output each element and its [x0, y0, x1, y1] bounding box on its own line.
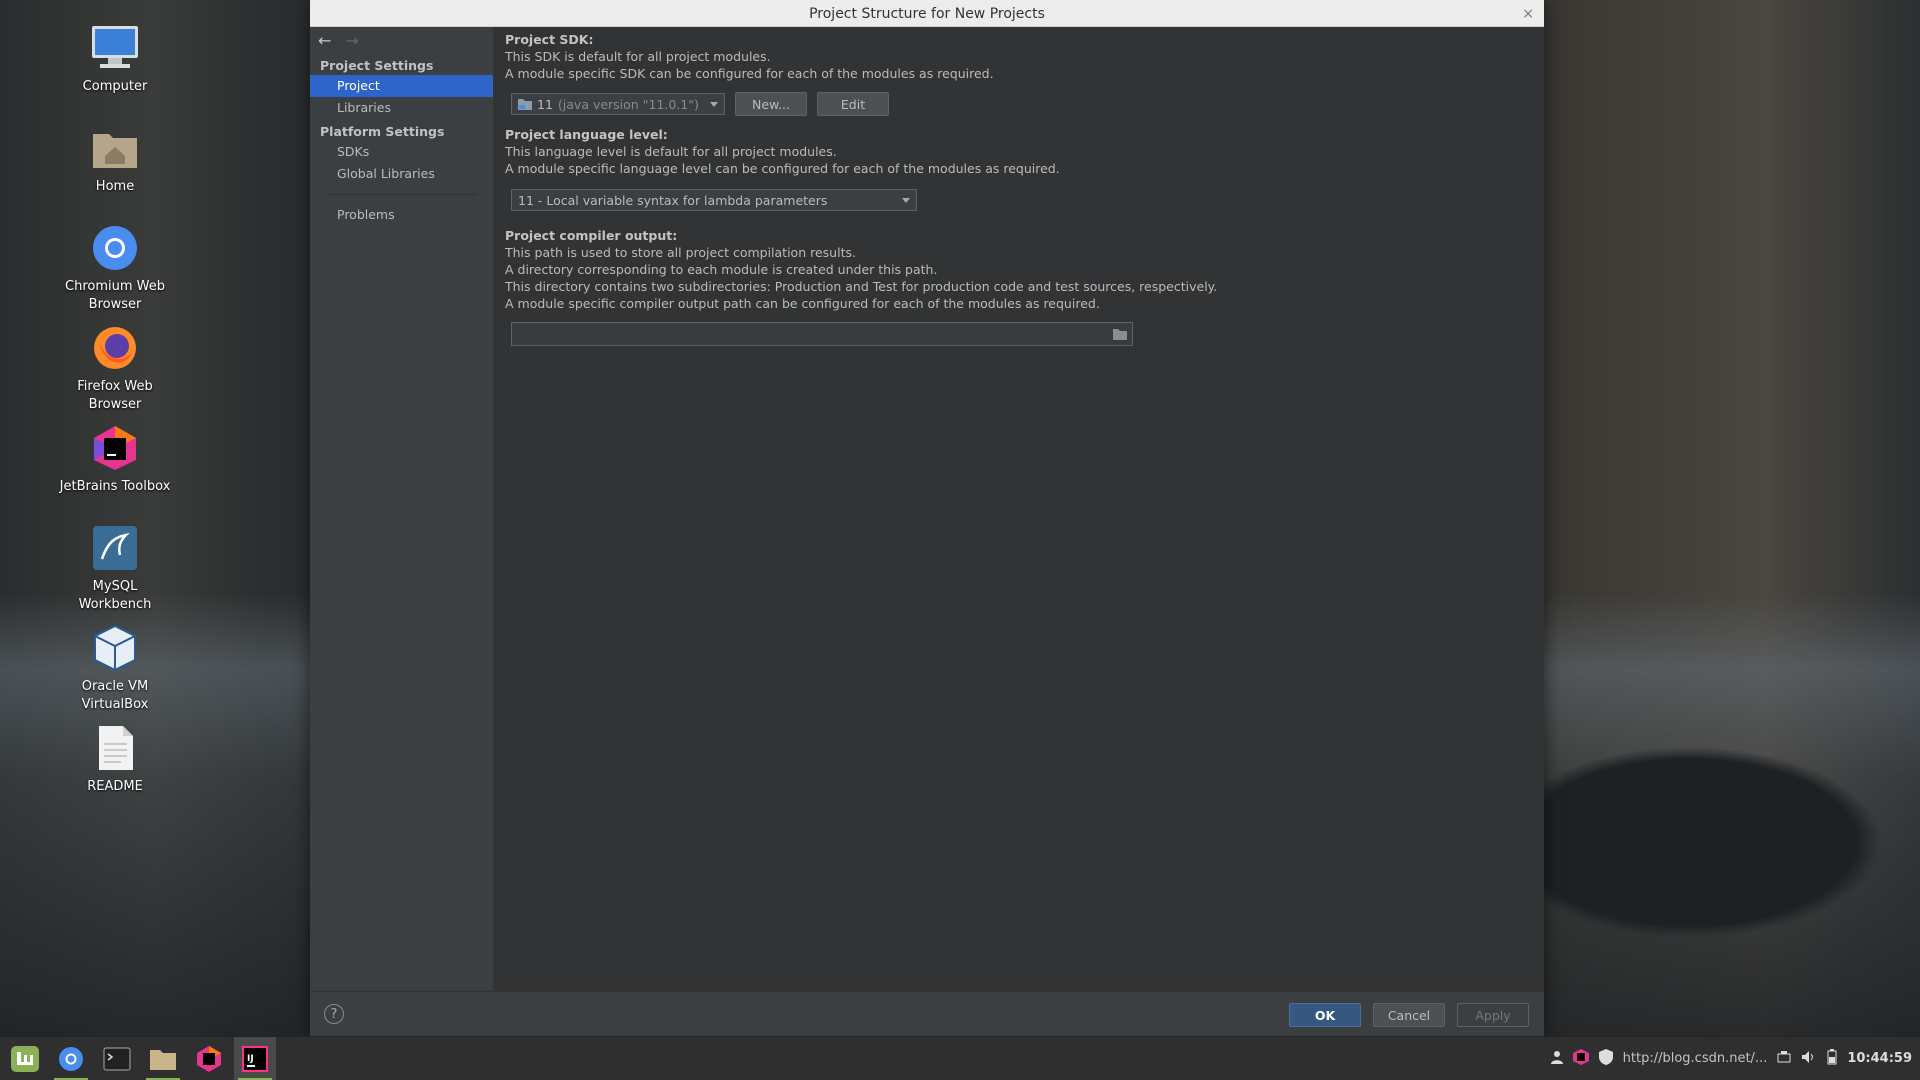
jetbrains-tray-icon[interactable]: [1572, 1048, 1589, 1069]
dialog-titlebar[interactable]: Project Structure for New Projects ×: [310, 0, 1544, 27]
computer-icon: [89, 22, 141, 74]
intellij-icon[interactable]: IJ: [234, 1037, 276, 1080]
desktop-icon-readme[interactable]: README: [58, 722, 172, 796]
cancel-button[interactable]: Cancel: [1373, 1003, 1445, 1027]
project-settings-panel: Project SDK: This SDK is default for all…: [493, 27, 1544, 992]
nav-arrows: ← →: [310, 27, 493, 53]
desktop-icon-firefox[interactable]: Firefox Web Browser: [58, 322, 172, 414]
language-level-description-1: This language level is default for all p…: [505, 144, 837, 159]
browse-folder-icon[interactable]: [1112, 327, 1128, 341]
compiler-output-description-4: A module specific compiler output path c…: [505, 296, 1100, 311]
desktop-icon-label: Chromium Web Browser: [65, 279, 165, 312]
sidebar-item-sdks[interactable]: SDKs: [310, 141, 493, 163]
compiler-output-description-1: This path is used to store all project c…: [505, 245, 856, 260]
sidebar-divider: [326, 194, 477, 195]
shield-icon[interactable]: [1598, 1048, 1613, 1069]
sidebar-item-project[interactable]: Project: [310, 75, 493, 97]
desktop-icon-label: MySQL Workbench: [78, 579, 152, 612]
svg-text:IJ: IJ: [247, 1054, 254, 1064]
sdk-version-detail: (java version "11.0.1"): [557, 96, 699, 112]
desktop-icon-home[interactable]: Home: [58, 122, 172, 196]
desktop-icon-label: Firefox Web Browser: [77, 379, 153, 412]
desktop-icon-mysql-workbench[interactable]: MySQL Workbench: [58, 522, 172, 614]
compiler-output-description-3: This directory contains two subdirectori…: [505, 279, 1218, 294]
sdk-description-2: A module specific SDK can be configured …: [505, 66, 994, 81]
desktop-icon-label: README: [87, 779, 143, 794]
home-folder-icon: [89, 122, 141, 174]
terminal-icon[interactable]: [96, 1037, 138, 1080]
chromium-icon[interactable]: [50, 1037, 92, 1080]
files-icon[interactable]: [142, 1037, 184, 1080]
platform-settings-header: Platform Settings: [320, 124, 445, 139]
dialog-footer: ? OK Cancel Apply: [310, 991, 1544, 1037]
language-level-header: Project language level:: [505, 127, 668, 142]
volume-icon[interactable]: [1801, 1050, 1817, 1068]
language-level-value: 11 - Local variable syntax for lambda pa…: [518, 192, 828, 208]
taskbar: IJ http://blog.csdn.net/... 10:44:59: [0, 1036, 1920, 1080]
sidebar-item-global-libraries[interactable]: Global Libraries: [310, 163, 493, 185]
user-icon[interactable]: [1550, 1050, 1563, 1068]
sidebar-item-libraries[interactable]: Libraries: [310, 97, 493, 119]
sdk-edit-button[interactable]: Edit: [817, 92, 889, 116]
desktop-icon-label: Computer: [82, 79, 148, 94]
jetbrains-toolbox-icon[interactable]: [188, 1037, 230, 1080]
sdk-description-1: This SDK is default for all project modu…: [505, 49, 771, 64]
language-level-description-2: A module specific language level can be …: [505, 161, 1060, 176]
project-sdk-header: Project SDK:: [505, 32, 594, 47]
virtualbox-icon: [89, 622, 141, 674]
forward-arrow-icon[interactable]: →: [345, 31, 358, 50]
settings-sidebar: ← → Project Settings Project Libraries P…: [310, 27, 493, 992]
desktop-icon-label: Home: [95, 179, 135, 194]
desktop-icon-chromium[interactable]: Chromium Web Browser: [58, 222, 172, 314]
compiler-output-path-field[interactable]: [511, 322, 1133, 346]
project-structure-dialog: Project Structure for New Projects × ← →…: [310, 0, 1544, 1037]
compiler-output-description-2: A directory corresponding to each module…: [505, 262, 938, 277]
mint-menu-icon[interactable]: [4, 1037, 46, 1080]
close-icon[interactable]: ×: [1522, 0, 1534, 28]
desktop-icon-jetbrains-toolbox[interactable]: JetBrains Toolbox: [58, 422, 172, 496]
desktop-icon-virtualbox[interactable]: Oracle VM VirtualBox: [58, 622, 172, 714]
compiler-output-header: Project compiler output:: [505, 228, 678, 243]
dialog-title: Project Structure for New Projects: [809, 6, 1045, 22]
sdk-new-button[interactable]: New...: [735, 92, 807, 116]
sdk-version: 11: [537, 96, 553, 112]
tray-url-text: http://blog.csdn.net/...: [1622, 1051, 1768, 1066]
desktop-icon-label: JetBrains Toolbox: [59, 479, 171, 494]
clock[interactable]: 10:44:59: [1847, 1051, 1912, 1066]
battery-icon[interactable]: [1827, 1048, 1837, 1069]
chromium-icon: [89, 222, 141, 274]
mysql-workbench-icon: [89, 522, 141, 574]
sdk-dropdown[interactable]: 11 (java version "11.0.1"): [511, 93, 725, 115]
language-level-dropdown[interactable]: 11 - Local variable syntax for lambda pa…: [511, 189, 917, 211]
firefox-icon: [89, 322, 141, 374]
system-tray: http://blog.csdn.net/... 10:44:59: [1550, 1037, 1912, 1080]
project-settings-header: Project Settings: [320, 58, 434, 73]
text-file-icon: [89, 722, 141, 774]
desktop-icon-computer[interactable]: Computer: [58, 22, 172, 96]
sidebar-item-problems[interactable]: Problems: [310, 204, 493, 226]
jetbrains-toolbox-icon: [89, 422, 141, 474]
sdk-folder-icon: [518, 99, 532, 110]
apply-button[interactable]: Apply: [1457, 1003, 1529, 1027]
network-icon[interactable]: [1777, 1050, 1791, 1068]
help-icon[interactable]: ?: [324, 1004, 344, 1024]
back-arrow-icon[interactable]: ←: [318, 31, 331, 50]
desktop-icon-label: Oracle VM VirtualBox: [81, 679, 149, 712]
chevron-down-icon: [710, 102, 718, 107]
ok-button[interactable]: OK: [1289, 1003, 1361, 1027]
chevron-down-icon: [902, 198, 910, 203]
